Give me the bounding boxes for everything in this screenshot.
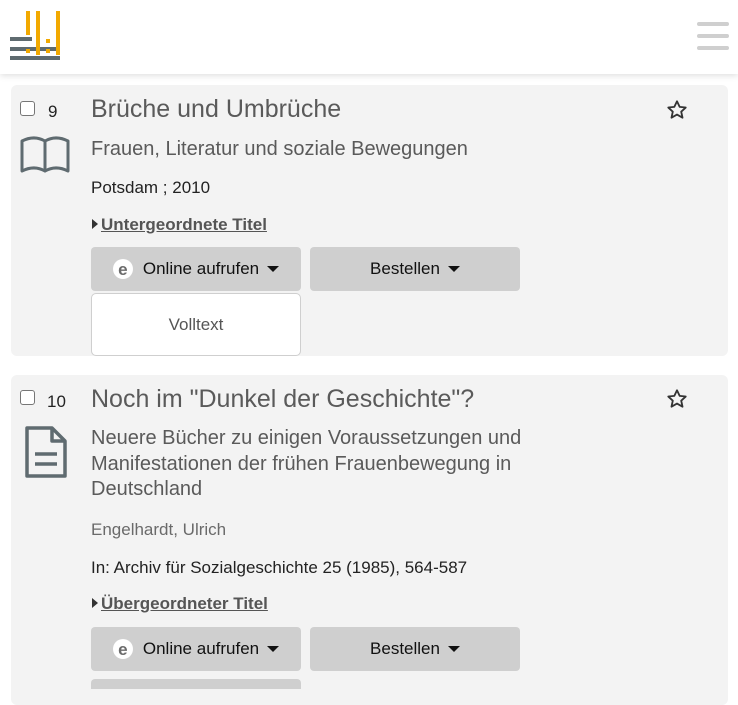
article-document-icon xyxy=(24,425,68,484)
subordinate-titles-link[interactable]: Untergeordnete Titel xyxy=(92,215,267,235)
bookmark-star-icon[interactable] xyxy=(666,99,688,121)
chevron-down-icon xyxy=(447,266,460,272)
result-number: 10 xyxy=(47,392,66,411)
online-access-button[interactable]: e Online aufrufen xyxy=(91,247,301,291)
more-button-partial[interactable] xyxy=(91,679,301,689)
select-checkbox[interactable] xyxy=(20,101,35,116)
book-icon xyxy=(19,136,71,179)
result-subtitle: Neuere Bücher zu einigen Voraussetzungen… xyxy=(91,427,522,500)
caret-right-icon xyxy=(92,598,98,608)
hamburger-menu-icon[interactable] xyxy=(697,22,729,50)
select-checkbox[interactable] xyxy=(20,390,35,405)
result-title[interactable]: Brüche und Umbrüche xyxy=(91,95,341,124)
result-number: 9 xyxy=(48,102,58,121)
online-access-button[interactable]: e Online aufrufen xyxy=(91,627,301,671)
parent-title-link[interactable]: Übergeordneter Titel xyxy=(92,594,268,614)
e-resource-icon: e xyxy=(112,259,133,279)
e-resource-icon: e xyxy=(112,639,133,659)
chevron-down-icon xyxy=(447,646,460,652)
library-logo-icon[interactable] xyxy=(10,11,62,61)
result-title[interactable]: Noch im "Dunkel der Geschichte"? xyxy=(91,385,474,414)
order-button[interactable]: Bestellen xyxy=(310,627,520,671)
chevron-down-icon xyxy=(267,266,280,272)
app-header xyxy=(0,0,738,74)
order-button[interactable]: Bestellen xyxy=(310,247,520,291)
fulltext-button[interactable]: Volltext xyxy=(91,293,301,356)
caret-right-icon xyxy=(92,219,98,229)
result-subtitle: Frauen, Literatur und soziale Bewegungen xyxy=(91,138,468,160)
bookmark-star-icon[interactable] xyxy=(666,388,688,410)
publication-info: In: Archiv für Sozialgeschichte 25 (1985… xyxy=(91,558,468,577)
author-link[interactable]: Engelhardt, Ulrich xyxy=(91,520,226,540)
chevron-down-icon xyxy=(267,646,280,652)
publication-info: Potsdam ; 2010 xyxy=(91,178,211,197)
